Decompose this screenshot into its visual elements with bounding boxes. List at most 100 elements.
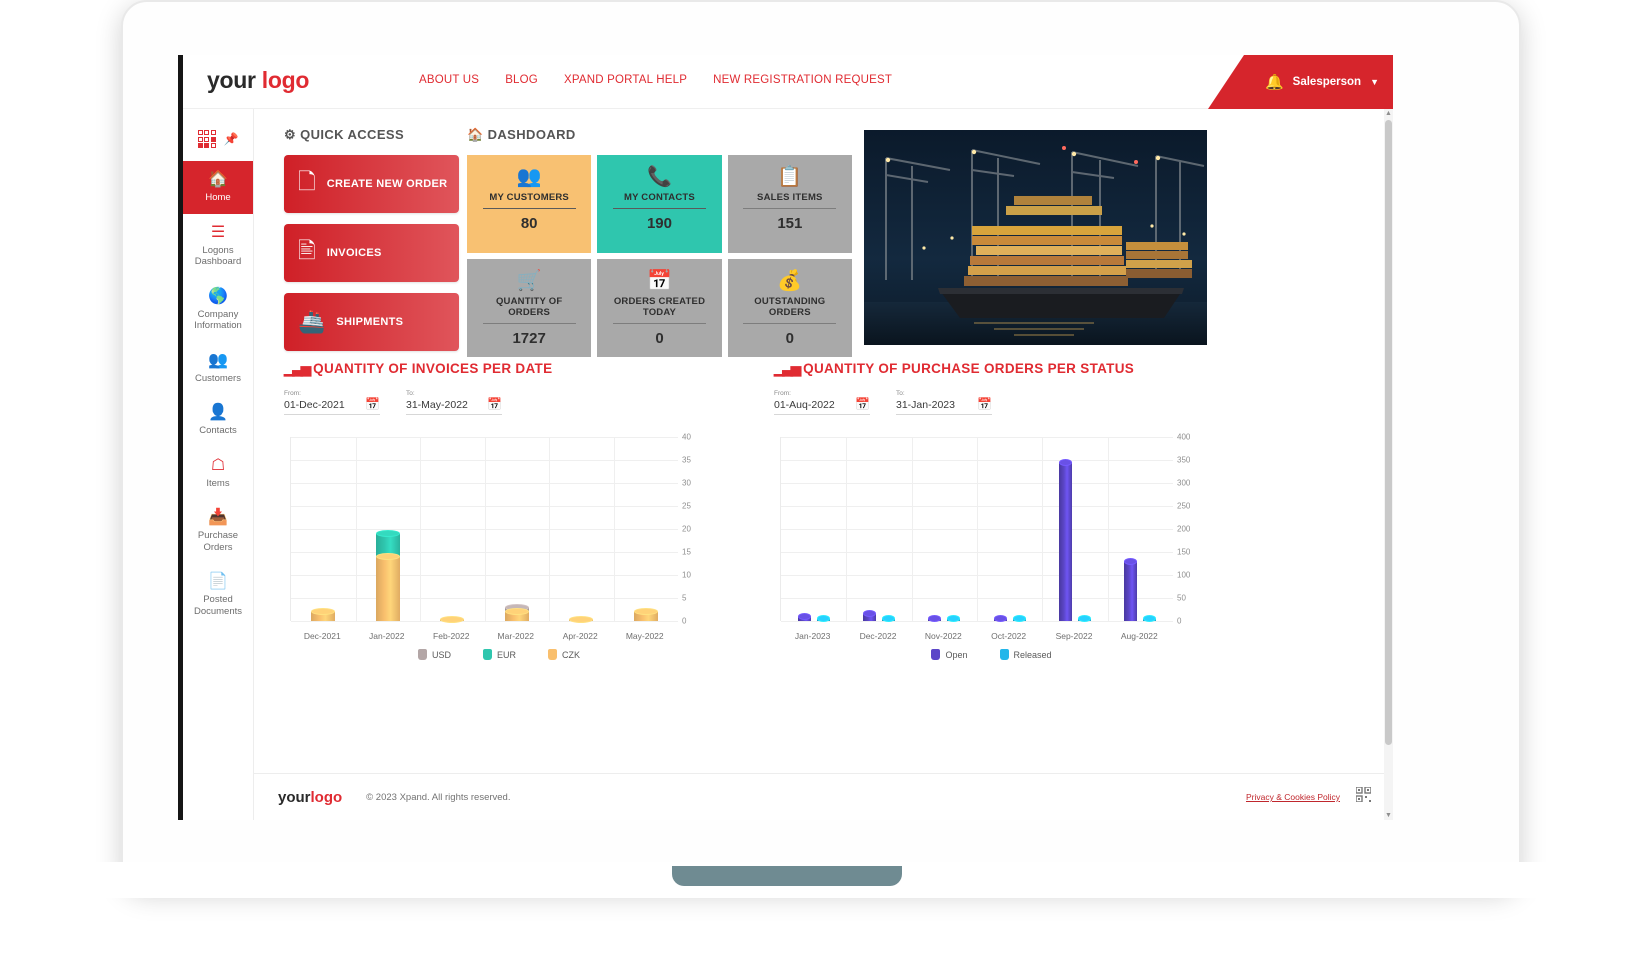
- bar-segment[interactable]: [376, 446, 400, 621]
- invoices-legend: USD EUR CZK: [284, 649, 714, 660]
- calendar-icon[interactable]: 📅: [855, 397, 870, 411]
- tile-orders-created-today[interactable]: 📅 ORDERS CREATED TODAY 0: [597, 259, 721, 357]
- bar-segment[interactable]: [311, 612, 335, 621]
- boxes-icon: ☖: [185, 456, 251, 476]
- purchase-orders-from-field[interactable]: From: 01-Auq-2022 📅: [774, 390, 870, 415]
- sidebar-item-logons-dashboard[interactable]: ☰ Logons Dashboard: [183, 214, 253, 278]
- tile-sales-items[interactable]: 📋 SALES ITEMS 151: [728, 155, 852, 253]
- tile-my-customers[interactable]: 👥 MY CUSTOMERS 80: [467, 155, 591, 253]
- bar[interactable]: [798, 616, 811, 621]
- bar-cap: [1124, 558, 1137, 565]
- user-menu[interactable]: 🔔 Salesperson ▼: [1208, 55, 1393, 109]
- invoices-chart-card: ▁▃▅QUANTITY OF INVOICES PER DATE From: 0…: [284, 361, 714, 660]
- tile-quantity-of-orders[interactable]: 🛒 QUANTITY OF ORDERS 1727: [467, 259, 591, 357]
- bar-body: [505, 612, 529, 621]
- invoices-button[interactable]: 🖹 INVOICES: [284, 224, 459, 282]
- bar[interactable]: [1143, 619, 1156, 622]
- legend-swatch: [1000, 649, 1009, 660]
- bar[interactable]: [928, 619, 941, 622]
- calendar-icon[interactable]: 📅: [365, 397, 380, 411]
- bar[interactable]: [817, 619, 830, 622]
- calendar-icon[interactable]: 📅: [487, 397, 502, 411]
- to-label: To:: [896, 390, 992, 397]
- x-axis-tick-label: Apr-2022: [563, 631, 598, 641]
- gridline-vertical: [1108, 437, 1109, 621]
- y-axis-tick-label: 400: [1177, 433, 1207, 442]
- x-axis-tick-label: Oct-2022: [991, 631, 1026, 641]
- qr-code-icon[interactable]: [1356, 787, 1371, 807]
- hero-image: [864, 130, 1207, 345]
- document-plus-icon: 🗋: [298, 165, 316, 203]
- globe-pin-icon: 🌎: [185, 287, 251, 307]
- bar-segment[interactable]: [569, 619, 593, 621]
- pin-icon[interactable]: 📌: [224, 132, 239, 146]
- legend-swatch: [548, 649, 557, 660]
- bar[interactable]: [947, 619, 960, 622]
- x-axis-tick-label: Jan-2022: [369, 631, 404, 641]
- gridline-vertical: [912, 437, 913, 621]
- tile-outstanding-orders[interactable]: 💰 OUTSTANDING ORDERS 0: [728, 259, 852, 357]
- bar[interactable]: [1124, 561, 1137, 621]
- scroll-up-arrow[interactable]: ▲: [1384, 109, 1393, 118]
- bar[interactable]: [863, 614, 876, 621]
- legend-item[interactable]: EUR: [483, 649, 516, 660]
- scroll-down-arrow[interactable]: ▼: [1384, 811, 1393, 820]
- from-value[interactable]: 01-Dec-2021: [284, 399, 345, 411]
- to-value[interactable]: 31-May-2022: [406, 399, 468, 411]
- nav-new-registration-request[interactable]: NEW REGISTRATION REQUEST: [713, 74, 892, 86]
- nav-about-us[interactable]: ABOUT US: [419, 74, 479, 86]
- bar-cap: [634, 608, 658, 615]
- invoices-to-field[interactable]: To: 31-May-2022 📅: [406, 390, 502, 415]
- legend-item[interactable]: Released: [1000, 649, 1052, 660]
- sidebar-item-items[interactable]: ☖ Items: [183, 447, 253, 500]
- brand-logo[interactable]: your logo: [207, 67, 309, 94]
- y-axis-tick-label: 5: [682, 594, 712, 603]
- tile-my-contacts[interactable]: 📞 MY CONTACTS 190: [597, 155, 721, 253]
- sidebar-item-label: Customers: [185, 373, 251, 385]
- vertical-scrollbar[interactable]: ▲ ▼: [1384, 109, 1393, 820]
- bar-segment[interactable]: [634, 612, 658, 621]
- sidebar-item-company-information[interactable]: 🌎 Company Information: [183, 278, 253, 342]
- bar-cap: [928, 615, 941, 622]
- privacy-policy-link[interactable]: Privacy & Cookies Policy: [1246, 792, 1340, 802]
- bar-body: [994, 619, 1007, 622]
- tile-value: 0: [786, 330, 794, 347]
- bell-icon[interactable]: 🔔: [1265, 73, 1284, 91]
- invoices-date-filters: From: 01-Dec-2021 📅 To: 31-May-2022 📅: [284, 390, 714, 415]
- nav-blog[interactable]: BLOG: [505, 74, 538, 86]
- bar[interactable]: [994, 619, 1007, 622]
- bar[interactable]: [882, 619, 895, 622]
- invoices-from-field[interactable]: From: 01-Dec-2021 📅: [284, 390, 380, 415]
- bar-segment[interactable]: [505, 598, 529, 621]
- sidebar-item-home[interactable]: 🏠 Home: [183, 161, 253, 214]
- sidebar-item-purchase-orders[interactable]: 📥 Purchase Orders: [183, 499, 253, 563]
- gridline-horizontal: [291, 621, 678, 622]
- to-value[interactable]: 31-Jan-2023: [896, 399, 955, 411]
- bar-segment[interactable]: [440, 619, 464, 621]
- bar-body: [634, 612, 658, 621]
- gridline-vertical: [356, 437, 357, 621]
- bar[interactable]: [1059, 462, 1072, 621]
- cart-icon: 🛒: [517, 269, 542, 293]
- nav-xpand-portal-help[interactable]: XPAND PORTAL HELP: [564, 74, 687, 86]
- sidebar-item-posted-documents[interactable]: 📄 Posted Documents: [183, 563, 253, 627]
- legend-item[interactable]: Open: [931, 649, 967, 660]
- purchase-orders-to-field[interactable]: To: 31-Jan-2023 📅: [896, 390, 992, 415]
- legend-item[interactable]: CZK: [548, 649, 580, 660]
- sidebar-item-contacts[interactable]: 👤 Contacts: [183, 394, 253, 447]
- y-axis-tick-label: 50: [1177, 594, 1207, 603]
- tile-value: 1727: [512, 330, 545, 347]
- shipments-button[interactable]: 🚢 SHIPMENTS: [284, 293, 459, 351]
- sidebar-item-customers[interactable]: 👥 Customers: [183, 342, 253, 395]
- brand-logo-first: your: [207, 67, 256, 93]
- legend-item[interactable]: USD: [418, 649, 451, 660]
- bar[interactable]: [1013, 618, 1026, 621]
- create-new-order-button[interactable]: 🗋 CREATE NEW ORDER: [284, 155, 459, 213]
- scrollbar-thumb[interactable]: [1385, 120, 1392, 745]
- calendar-icon[interactable]: 📅: [977, 397, 992, 411]
- from-value[interactable]: 01-Auq-2022: [774, 399, 835, 411]
- grid-icon[interactable]: [198, 130, 216, 148]
- bar[interactable]: [1078, 619, 1091, 622]
- legend-label: Open: [945, 650, 967, 660]
- money-bag-icon: 💰: [777, 269, 802, 293]
